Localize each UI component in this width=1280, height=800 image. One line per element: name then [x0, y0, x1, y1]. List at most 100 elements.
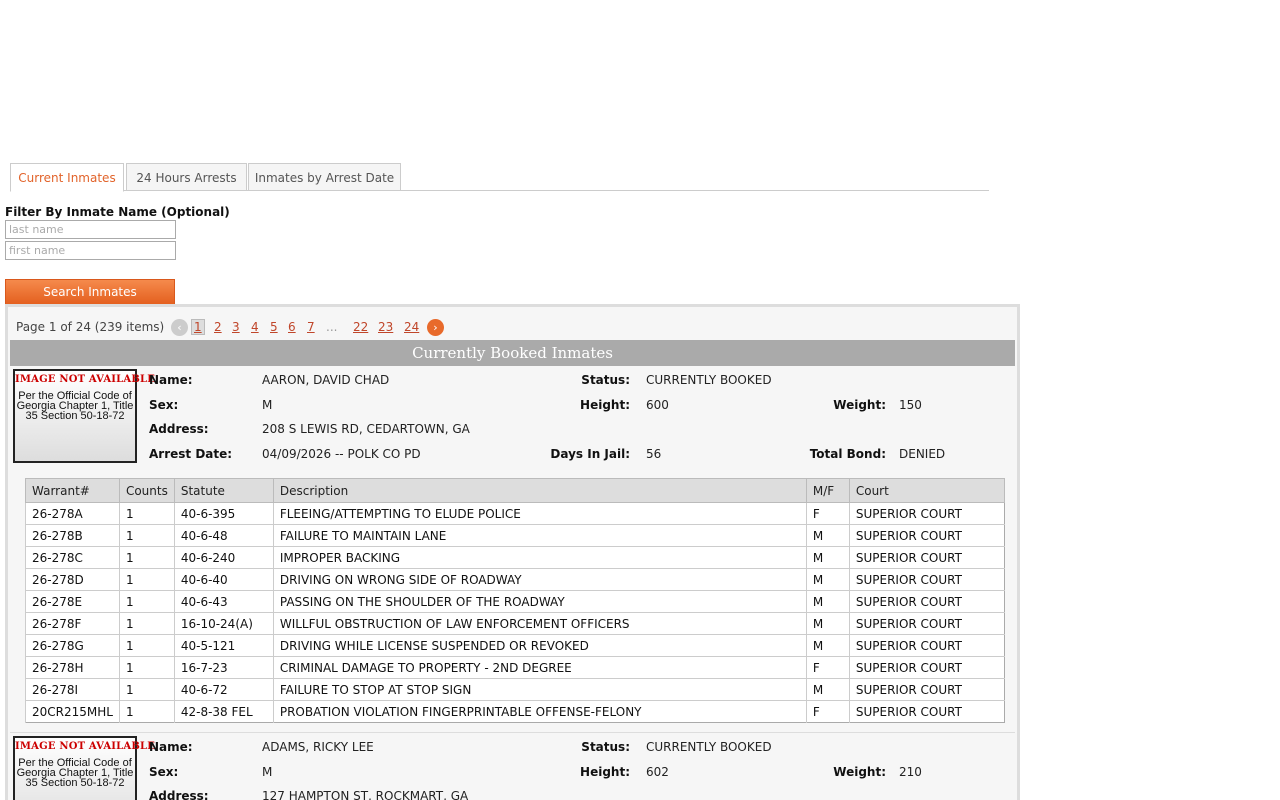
court-cell: SUPERIOR COURT: [848, 612, 1005, 635]
inmate-record: IMAGE NOT AVAILABLE Per the Official Cod…: [10, 732, 1015, 800]
description-cell: FLEEING/ATTEMPTING TO ELUDE POLICE: [272, 502, 807, 525]
description-cell: PASSING ON THE SHOULDER OF THE ROADWAY: [272, 590, 807, 613]
statute-cell: 40-6-48: [173, 524, 274, 547]
days-in-jail-label: Days In Jail:: [550, 447, 630, 461]
mf-cell: M: [805, 524, 850, 547]
height-label: Height:: [580, 398, 630, 412]
inmate-record: IMAGE NOT AVAILABLE Per the Official Cod…: [10, 366, 1015, 471]
page-link-22[interactable]: 22: [353, 320, 368, 334]
court-cell: SUPERIOR COURT: [848, 678, 1005, 701]
mf-cell: M: [805, 546, 850, 569]
description-cell: DRIVING ON WRONG SIDE OF ROADWAY: [272, 568, 807, 591]
page-link-2[interactable]: 2: [214, 320, 222, 334]
warrant-cell: 26-278I: [25, 678, 120, 701]
sex-label: Sex:: [149, 765, 179, 779]
charge-row: 26-278B 1 40-6-48 FAILURE TO MAINTAIN LANE M…: [25, 524, 1005, 547]
sex-label: Sex:: [149, 398, 179, 412]
counts-cell: 1: [118, 612, 175, 635]
height-label: Height:: [580, 765, 630, 779]
counts-cell: 1: [118, 590, 175, 613]
charge-row: 26-278E 1 40-6-43 PASSING ON THE SHOULDER O…: [25, 590, 1005, 613]
inmate-name: ADAMS, RICKY LEE: [262, 740, 374, 754]
status-label: Status:: [581, 373, 630, 387]
column-header-warrant: Warrant#: [25, 478, 120, 503]
total-bond-label: Total Bond:: [809, 447, 886, 461]
tab-inmates-by-arrest-date[interactable]: Inmates by Arrest Date: [248, 163, 401, 190]
page-link-5[interactable]: 5: [270, 320, 278, 334]
photo-legal-notice: Per the Official Code of Georgia Chapter…: [16, 757, 134, 789]
address-label: Address:: [149, 422, 209, 436]
inmate-address: 208 S LEWIS RD, CEDARTOWN, GA: [262, 422, 470, 436]
mf-cell: F: [805, 502, 850, 525]
description-cell: FAILURE TO MAINTAIN LANE: [272, 524, 807, 547]
inmate-photo-placeholder: IMAGE NOT AVAILABLE Per the Official Cod…: [13, 369, 156, 463]
description-cell: PROBATION VIOLATION FINGERPRINTABLE OFFE…: [272, 700, 807, 723]
page-link-24[interactable]: 24: [404, 320, 419, 334]
counts-cell: 1: [118, 568, 175, 591]
weight-label: Weight:: [833, 398, 886, 412]
page-link-7[interactable]: 7: [307, 320, 315, 334]
image-not-available-text: IMAGE NOT AVAILABLE: [15, 374, 156, 385]
inmate-sex: M: [262, 398, 273, 412]
mf-cell: M: [805, 678, 850, 701]
inmate-weight: 150: [899, 398, 922, 412]
page-link-23[interactable]: 23: [378, 320, 393, 334]
tab-24-hours-arrests[interactable]: 24 Hours Arrests: [126, 163, 247, 190]
page-info: Page 1 of 24 (239 items): [16, 320, 165, 334]
mf-cell: F: [805, 700, 850, 723]
last-name-input[interactable]: [5, 220, 176, 239]
charge-row: 26-278I 1 40-6-72 FAILURE TO STOP AT STOP S…: [25, 678, 1005, 701]
statute-cell: 42-8-38 FEL: [173, 700, 274, 723]
inmate-height: 602: [646, 765, 669, 779]
name-label: Name:: [149, 740, 193, 754]
counts-cell: 1: [118, 546, 175, 569]
name-label: Name:: [149, 373, 193, 387]
inmate-status: CURRENTLY BOOKED: [646, 373, 772, 387]
court-cell: SUPERIOR COURT: [848, 700, 1005, 723]
search-inmates-button[interactable]: Search Inmates: [5, 279, 175, 305]
inmate-tabs: Current Inmates 24 Hours Arrests Inmates…: [10, 163, 989, 192]
inmate-weight: 210: [899, 765, 922, 779]
tab-current-inmates[interactable]: Current Inmates: [10, 163, 124, 192]
court-cell: SUPERIOR COURT: [848, 524, 1005, 547]
charge-row: 26-278C 1 40-6-240 IMPROPER BACKING M SUPERIO…: [25, 546, 1005, 569]
description-cell: DRIVING WHILE LICENSE SUSPENDED OR REVOK…: [272, 634, 807, 657]
column-header-counts: Counts: [118, 478, 175, 503]
description-cell: WILLFUL OBSTRUCTION OF LAW ENFORCEMENT O…: [272, 612, 807, 635]
page-link-1[interactable]: 1: [191, 319, 205, 335]
warrant-cell: 26-278F: [25, 612, 120, 635]
counts-cell: 1: [118, 634, 175, 657]
description-cell: CRIMINAL DAMAGE TO PROPERTY - 2ND DEGREE: [272, 656, 807, 679]
warrant-cell: 26-278D: [25, 568, 120, 591]
mf-cell: M: [805, 612, 850, 635]
charge-row: 26-278D 1 40-6-40 DRIVING ON WRONG SIDE OF …: [25, 568, 1005, 591]
statute-cell: 40-6-43: [173, 590, 274, 613]
inmate-photo-placeholder: IMAGE NOT AVAILABLE Per the Official Cod…: [13, 736, 156, 800]
page-link-4[interactable]: 4: [251, 320, 259, 334]
warrant-cell: 26-278C: [25, 546, 120, 569]
statute-cell: 16-7-23: [173, 656, 274, 679]
page-link-6[interactable]: 6: [288, 320, 296, 334]
inmate-name: AARON, DAVID CHAD: [262, 373, 390, 387]
description-cell: FAILURE TO STOP AT STOP SIGN: [272, 678, 807, 701]
charge-row: 26-278G 1 40-5-121 DRIVING WHILE LICENSE SU…: [25, 634, 1005, 657]
statute-cell: 40-6-40: [173, 568, 274, 591]
counts-cell: 1: [118, 502, 175, 525]
court-cell: SUPERIOR COURT: [848, 568, 1005, 591]
inmate-height: 600: [646, 398, 669, 412]
column-header-court: Court: [848, 478, 1006, 503]
counts-cell: 1: [118, 700, 175, 723]
chevron-left-icon[interactable]: ‹: [171, 319, 188, 336]
column-header-mf: M/F: [805, 478, 850, 503]
chevron-right-icon[interactable]: ›: [427, 319, 444, 336]
statute-cell: 40-6-240: [173, 546, 274, 569]
page-link-3[interactable]: 3: [232, 320, 240, 334]
description-cell: IMPROPER BACKING: [272, 546, 807, 569]
inmate-arrest-date: 04/09/2026 -- POLK CO PD: [262, 447, 421, 461]
arrest-date-label: Arrest Date:: [149, 447, 233, 461]
inmate-address: 127 HAMPTON ST, ROCKMART, GA: [262, 789, 469, 800]
image-not-available-text: IMAGE NOT AVAILABLE: [15, 741, 156, 752]
counts-cell: 1: [118, 524, 175, 547]
address-label: Address:: [149, 789, 209, 800]
first-name-input[interactable]: [5, 241, 176, 260]
